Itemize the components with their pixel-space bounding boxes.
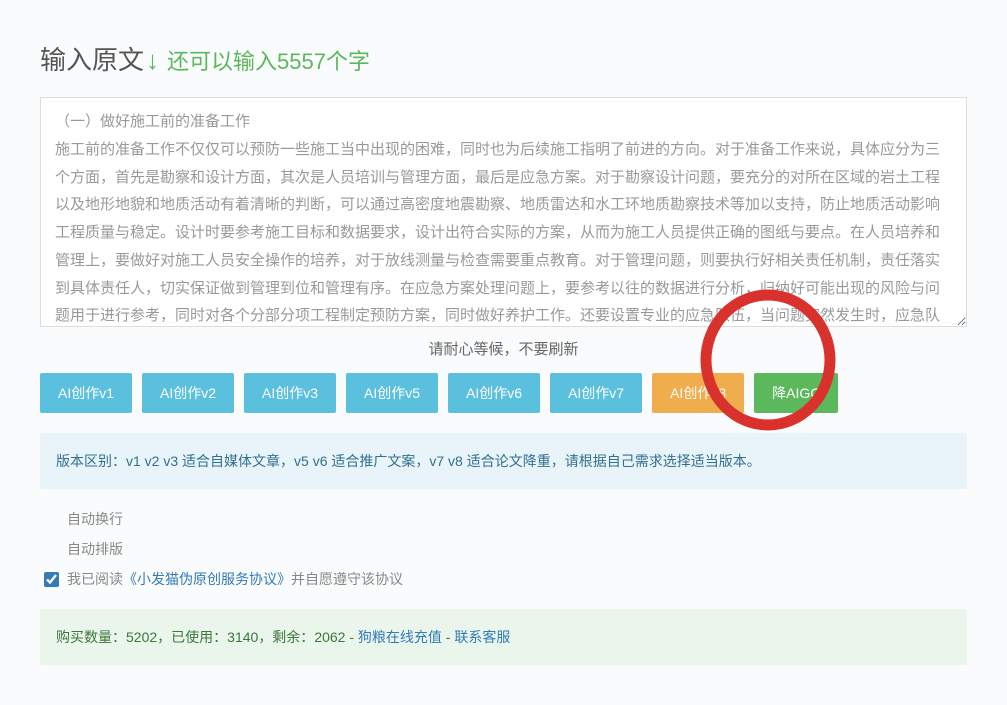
ai-create-v8-button[interactable]: AI创作v8 [652,373,744,413]
ai-create-v7-button[interactable]: AI创作v7 [550,373,642,413]
agreement-row: 我已阅读 《小发猫伪原创服务协议》 并自愿遵守该协议 [44,569,963,589]
waiting-message: 请耐心等候，不要刷新 [40,338,967,359]
down-arrow-icon: ↓ [146,45,159,76]
ai-create-v6-button[interactable]: AI创作v6 [448,373,540,413]
purchase-total: 5202 [126,629,157,645]
purchase-sep2: ，剩余： [258,629,314,645]
agreement-suffix: 并自愿遵守该协议 [291,569,403,589]
purchase-used: 3140 [227,629,258,645]
auto-format-label: 自动排版 [67,539,123,559]
contact-link[interactable]: 联系客服 [454,629,510,645]
purchase-dash2: - [442,629,454,645]
agreement-checkbox[interactable] [44,572,59,587]
purchase-dash: - [345,629,357,645]
purchase-sep1: ，已使用： [157,629,227,645]
header-title: 输入原文 [40,40,144,77]
options-section: 自动换行 自动排版 我已阅读 《小发猫伪原创服务协议》 并自愿遵守该协议 [40,509,967,589]
ai-create-v2-button[interactable]: AI创作v2 [142,373,234,413]
ai-create-v5-button[interactable]: AI创作v5 [346,373,438,413]
auto-wrap-row: 自动换行 [44,509,963,529]
ai-button-row: AI创作v1 AI创作v2 AI创作v3 AI创作v5 AI创作v6 AI创作v… [40,373,967,413]
ai-create-v3-button[interactable]: AI创作v3 [244,373,336,413]
original-text-input[interactable] [40,97,967,327]
agreement-link[interactable]: 《小发猫伪原创服务协议》 [123,569,291,589]
version-info-panel: 版本区别：v1 v2 v3 适合自媒体文章，v5 v6 适合推广文案，v7 v8… [40,433,967,489]
purchase-info-panel: 购买数量：5202，已使用：3140，剩余：2062 - 狗粮在线充值 - 联系… [40,609,967,665]
input-header: 输入原文 ↓ 还可以输入5557个字 [40,40,967,77]
reduce-aigc-button[interactable]: 降AIGC [754,373,838,413]
auto-format-row: 自动排版 [44,539,963,559]
agreement-prefix: 我已阅读 [67,569,123,589]
purchase-prefix: 购买数量： [56,629,126,645]
purchase-remaining: 2062 [314,629,345,645]
auto-wrap-label: 自动换行 [67,509,123,529]
char-counter: 还可以输入5557个字 [167,44,370,76]
recharge-link[interactable]: 狗粮在线充值 [358,629,442,645]
ai-create-v1-button[interactable]: AI创作v1 [40,373,132,413]
